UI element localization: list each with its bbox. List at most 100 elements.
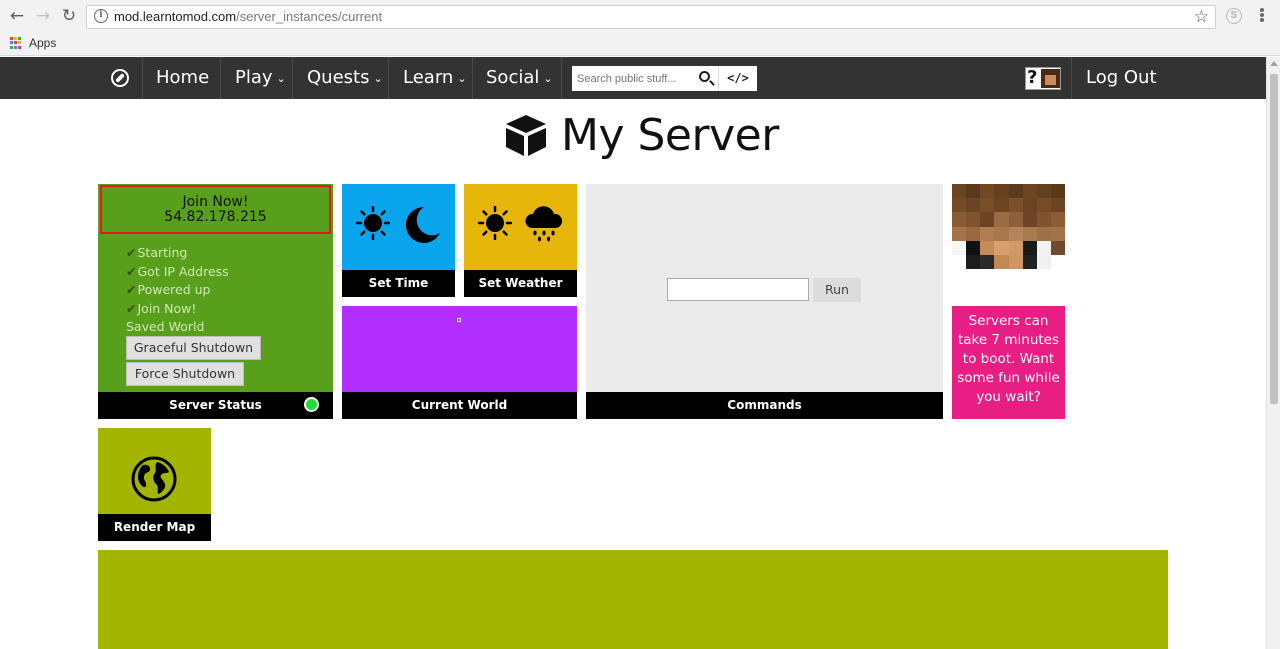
- bookmarks-bar: Apps: [0, 33, 1280, 56]
- nav-divider: [561, 57, 562, 99]
- page-title: My Server: [561, 110, 779, 161]
- commands-caption: Commands: [586, 392, 943, 419]
- sun-icon: [478, 206, 512, 240]
- render-map-caption: Render Map: [98, 514, 211, 541]
- checkmark-icon: ✔: [126, 263, 137, 279]
- nav-play[interactable]: Play ⌄: [235, 57, 286, 99]
- apps-icon[interactable]: [10, 37, 22, 49]
- search-icon[interactable]: [699, 71, 710, 82]
- cube-icon: [506, 115, 546, 156]
- nav-quests[interactable]: Quests ⌄: [307, 57, 383, 99]
- skin-pixel: [952, 198, 967, 213]
- scroll-up-icon[interactable]: [1270, 61, 1278, 66]
- nav-social[interactable]: Social ⌄: [486, 57, 553, 99]
- skin-pixel: [1036, 240, 1051, 255]
- skin-pixel: [966, 184, 981, 199]
- skin-pixel: [1022, 240, 1037, 255]
- nav-divider: [472, 57, 473, 99]
- back-icon[interactable]: ←: [7, 6, 27, 26]
- chevron-down-icon: ⌄: [276, 72, 286, 85]
- nav-social-label: Social: [486, 67, 540, 88]
- current-world-tile[interactable]: Current World: [342, 306, 577, 419]
- url-path: /server_instances/current: [236, 9, 383, 24]
- skin-pixel: [1036, 254, 1051, 269]
- set-weather-tile[interactable]: Set Weather: [464, 184, 577, 297]
- server-ip: 54.82.178.215: [164, 209, 267, 225]
- globe-icon: [131, 456, 177, 502]
- join-now-box[interactable]: Join Now! 54.82.178.215: [100, 185, 331, 234]
- nav-divider: [220, 57, 221, 99]
- skin-pixel: [1050, 198, 1065, 213]
- avatar-question-mark: ?: [1027, 67, 1038, 88]
- skin-pixel: [952, 212, 967, 227]
- checkmark-icon: ✔: [126, 282, 137, 298]
- search-box: [572, 66, 718, 91]
- info-icon[interactable]: i: [94, 9, 108, 23]
- graceful-shutdown-button[interactable]: Graceful Shutdown: [126, 336, 261, 360]
- promo-tile[interactable]: Servers can take 7 minutes to boot. Want…: [952, 306, 1065, 419]
- forward-icon[interactable]: →: [33, 6, 53, 26]
- skin-pixel: [1036, 184, 1051, 199]
- skin-pixel: [952, 254, 967, 269]
- set-time-tile[interactable]: Set Time: [342, 184, 455, 297]
- skin-pixel: [966, 226, 981, 241]
- skin-pixel: [966, 198, 981, 213]
- join-now-label: Join Now!: [182, 194, 249, 210]
- url-host: mod.learntomod.com: [114, 9, 237, 24]
- status-step-label: Join Now!: [137, 301, 197, 317]
- compass-icon[interactable]: [111, 69, 129, 87]
- address-bar[interactable]: i mod.learntomod.com/server_instances/cu…: [86, 5, 1216, 29]
- player-skin-tile[interactable]: [952, 184, 1065, 269]
- moon-icon: [405, 206, 440, 243]
- logout-link[interactable]: Log Out: [1086, 57, 1157, 99]
- url-text[interactable]: mod.learntomod.com/server_instances/curr…: [114, 9, 382, 24]
- code-button[interactable]: </>: [718, 66, 757, 91]
- browser-toolbar: ← → ↻ i mod.learntomod.com/server_instan…: [0, 0, 1280, 33]
- world-thumbnail: [457, 318, 461, 322]
- server-status-caption: Server Status: [98, 392, 333, 419]
- map-panel: [98, 550, 1168, 649]
- browser-menu-icon[interactable]: [1259, 7, 1265, 25]
- skin-pixel: [994, 212, 1009, 227]
- chevron-down-icon: ⌄: [543, 72, 553, 85]
- run-button[interactable]: Run: [813, 278, 861, 302]
- skin-pixel: [1050, 254, 1065, 269]
- skin-pixel: [1036, 212, 1051, 227]
- skin-pixel: [980, 212, 995, 227]
- nav-divider: [142, 57, 143, 99]
- reload-icon[interactable]: ↻: [59, 6, 79, 26]
- nav-home[interactable]: Home: [156, 57, 209, 99]
- user-avatar[interactable]: ?: [1025, 67, 1061, 90]
- skin-pixel: [1036, 198, 1051, 213]
- skin-pixel: [1022, 198, 1037, 213]
- skin-pixel: [994, 254, 1009, 269]
- status-step-label: Starting: [137, 245, 188, 260]
- skin-pixel: [1022, 184, 1037, 199]
- skin-pixel: [1036, 226, 1051, 241]
- search-input[interactable]: [572, 66, 694, 91]
- render-map-tile[interactable]: Render Map: [98, 428, 211, 541]
- nav-play-label: Play: [235, 67, 273, 88]
- status-steps: ✔Starting ✔Got IP Address ✔Powered up ✔J…: [126, 244, 229, 319]
- bookmark-star-icon[interactable]: ☆: [1194, 7, 1209, 27]
- scroll-thumb[interactable]: [1270, 74, 1278, 404]
- command-input[interactable]: [667, 278, 809, 301]
- skin-pixel: [1022, 212, 1037, 227]
- page-scrollbar[interactable]: [1266, 57, 1280, 649]
- skin-pixel: [1008, 254, 1023, 269]
- force-shutdown-button[interactable]: Force Shutdown: [126, 362, 244, 386]
- skin-pixel: [980, 254, 995, 269]
- skin-pixel: [1050, 240, 1065, 255]
- browser-window: ← → ↻ i mod.learntomod.com/server_instan…: [0, 0, 1280, 649]
- checkmark-icon: ✔: [126, 301, 137, 317]
- checkmark-icon: ✔: [126, 245, 137, 260]
- skin-pixel: [1022, 226, 1037, 241]
- skype-extension-icon[interactable]: S: [1226, 8, 1242, 24]
- apps-bookmark[interactable]: Apps: [29, 36, 56, 50]
- set-time-caption: Set Time: [342, 270, 455, 297]
- current-world-caption: Current World: [342, 392, 577, 419]
- skin-pixel: [952, 184, 967, 199]
- nav-learn[interactable]: Learn ⌄: [403, 57, 467, 99]
- nav-home-label: Home: [156, 67, 210, 88]
- server-status-indicator: [304, 397, 319, 412]
